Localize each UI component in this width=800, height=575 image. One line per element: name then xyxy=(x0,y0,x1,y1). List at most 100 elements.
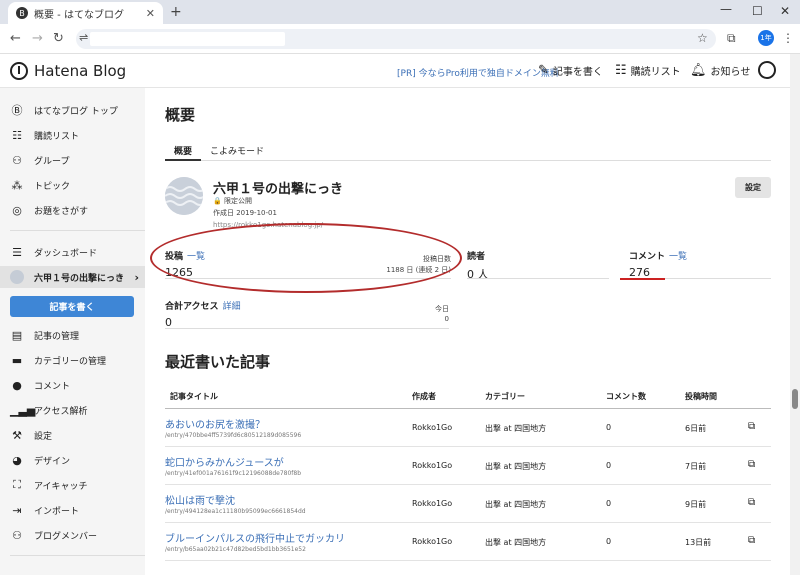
external-link-icon[interactable]: ⧉ xyxy=(748,535,755,546)
article-author: Rokko1Go xyxy=(412,537,453,546)
sidebar-item-members[interactable]: ⚇ ブログメンバー xyxy=(0,524,145,546)
sidebar-item-label: カテゴリーの管理 xyxy=(34,356,107,367)
article-title-link[interactable]: 蛇口からみかんジュースが xyxy=(165,454,284,469)
header-subscriptions-label: 購読リスト xyxy=(630,67,681,78)
article-title-link[interactable]: ブルーインパルスの飛行中止でガッカリ xyxy=(165,530,345,545)
sidebar-item-label: アイキャッチ xyxy=(34,481,88,492)
user-account-icon[interactable] xyxy=(758,61,776,79)
sidebar-item-hatena-top[interactable]: Ⓑ はてなブログ トップ xyxy=(0,99,145,121)
stat-readers: 読者 0 人 xyxy=(467,248,609,281)
stat-comments: コメント 一覧 276 xyxy=(629,248,771,279)
annotation-underline xyxy=(620,278,665,280)
article-title-link[interactable]: あおいのお尻を激撮？ xyxy=(165,416,265,431)
group-icon: ⚇ xyxy=(12,153,22,167)
eyecatch-icon: ⛶ xyxy=(13,478,21,491)
external-link-icon[interactable]: ⧉ xyxy=(748,459,755,470)
browser-tab[interactable]: B 概要 - はてなブログ ✕ xyxy=(8,2,163,24)
site-header: Hatena Blog [PR] 今ならPro利用で独自ドメイン無料 ✎ 記事を… xyxy=(0,54,800,88)
article-comment-count: 0 xyxy=(606,461,612,470)
menu-icon[interactable]: ⋮ xyxy=(782,31,794,45)
sidebar-item-comments[interactable]: ● コメント xyxy=(0,374,145,396)
sidebar-item-label: トピック xyxy=(34,181,71,192)
hatena-blog-logo[interactable]: Hatena Blog xyxy=(10,62,126,80)
stat-access-label: 合計アクセス xyxy=(165,302,219,312)
page-scrollbar[interactable] xyxy=(790,54,800,575)
sidebar-item-manage-categories[interactable]: ▬ カテゴリーの管理 xyxy=(0,349,145,371)
sidebar-item-label: 設定 xyxy=(34,431,53,442)
profile-avatar[interactable]: 1年 xyxy=(758,30,774,46)
article-post-time: 9日前 xyxy=(685,500,707,509)
sidebar-item-theme[interactable]: ◎ お題をさがす xyxy=(0,199,145,221)
topic-icon: ⁂ xyxy=(11,178,23,192)
sidebar-item-label: はてなブログ トップ xyxy=(34,106,118,117)
col-comment-count: コメント数 xyxy=(606,392,646,401)
external-link-icon[interactable]: ⧉ xyxy=(748,497,755,508)
forward-icon[interactable]: → xyxy=(32,31,43,46)
scrollbar-thumb[interactable] xyxy=(792,389,798,409)
tab-calendar-mode[interactable]: こよみモード xyxy=(210,144,264,157)
sidebar-item-dashboard[interactable]: ☰ ダッシュボード xyxy=(0,241,145,263)
external-link-icon[interactable]: ⧉ xyxy=(748,421,755,432)
sidebar-item-reading-list[interactable]: ☷ 購読リスト xyxy=(0,124,145,146)
maximize-icon[interactable]: ☐ xyxy=(752,4,763,18)
sidebar-item-eyecatch[interactable]: ⛶ アイキャッチ xyxy=(0,474,145,496)
blog-avatar[interactable] xyxy=(165,177,203,215)
article-title-link[interactable]: 松山は雨で撃沈 xyxy=(165,492,235,507)
bookmark-star-icon[interactable]: ☆ xyxy=(697,31,708,45)
col-author: 作成者 xyxy=(412,392,436,401)
article-comment-count: 0 xyxy=(606,423,612,432)
theme-icon: ◎ xyxy=(12,203,22,217)
sidebar-item-label: 六甲１号の出撃にっき xyxy=(34,273,125,284)
article-category: 出撃 at 四国地方 xyxy=(485,500,547,509)
header-subscriptions-link[interactable]: ☷ 購読リスト xyxy=(615,63,681,78)
comment-icon: ● xyxy=(12,378,22,392)
back-icon[interactable]: ← xyxy=(10,31,21,46)
browser-tab-bar: B 概要 - はてなブログ ✕ + — ☐ ✕ xyxy=(0,0,800,24)
tab-overview[interactable]: 概要 xyxy=(174,144,192,157)
table-row: 松山は雨で撃沈 /entry/494128ea1c11180b95099ec66… xyxy=(165,485,771,523)
page-title: 概要 xyxy=(165,106,196,124)
close-window-icon[interactable]: ✕ xyxy=(780,4,790,18)
promo-link[interactable]: [PR] 今ならPro利用で独自ドメイン無料 xyxy=(397,66,559,79)
article-category: 出撃 at 四国地方 xyxy=(485,538,547,547)
logo-text: Hatena Blog xyxy=(34,62,127,80)
sidebar-item-manage-articles[interactable]: ▤ 記事の管理 xyxy=(0,324,145,346)
site-info-icon[interactable]: ⇌ xyxy=(79,31,88,44)
stat-comments-list-link[interactable]: 一覧 xyxy=(669,252,687,262)
sidebar-item-label: 購読リスト xyxy=(34,131,80,142)
blog-visibility: 🔒 限定公開 xyxy=(213,197,252,205)
import-icon: ⇥ xyxy=(12,503,22,517)
article-post-time: 13日前 xyxy=(685,538,712,547)
col-title: 記事タイトル xyxy=(170,392,218,401)
active-tab-indicator xyxy=(165,159,201,161)
extensions-icon[interactable]: ⧉ xyxy=(727,31,736,46)
reload-icon[interactable]: ↻ xyxy=(53,31,64,46)
sidebar-item-group[interactable]: ⚇ グループ xyxy=(0,149,145,171)
recent-articles-table: 記事タイトル 作成者 カテゴリー コメント数 投稿時間 あおいのお尻を激撮？ /… xyxy=(165,385,771,561)
sidebar-item-topic[interactable]: ⁂ トピック xyxy=(0,174,145,196)
table-row: 蛇口からみかんジュースが /entry/41ef001a76161f9c1219… xyxy=(165,447,771,485)
sidebar-item-analytics[interactable]: ▁▃▅ アクセス解析 xyxy=(0,399,145,421)
new-tab-icon[interactable]: + xyxy=(170,4,182,20)
write-article-button[interactable]: 記事を書く xyxy=(10,296,134,317)
sidebar-item-design[interactable]: ◕ デザイン xyxy=(0,449,145,471)
address-bar[interactable]: ⇌ xyxy=(76,29,716,49)
sidebar-item-settings[interactable]: ⚒ 設定 xyxy=(0,424,145,446)
close-tab-icon[interactable]: ✕ xyxy=(146,7,155,20)
sidebar-item-current-blog[interactable]: 六甲１号の出撃にっき › xyxy=(0,266,145,288)
wrench-icon: ⚒ xyxy=(12,428,22,442)
article-post-time: 6日前 xyxy=(685,424,707,433)
sidebar: Ⓑ はてなブログ トップ ☷ 購読リスト ⚇ グループ ⁂ トピック ◎ お題を… xyxy=(0,88,145,575)
header-notifications-label: お知らせ xyxy=(710,67,751,78)
blog-name[interactable]: 六甲１号の出撃にっき xyxy=(213,178,343,197)
stat-access-detail-link[interactable]: 詳細 xyxy=(223,302,241,312)
sidebar-item-label: インポート xyxy=(34,506,80,517)
reading-list-icon: ☷ xyxy=(12,128,22,142)
blog-settings-button[interactable]: 設定 xyxy=(735,177,771,198)
table-header: 記事タイトル 作成者 カテゴリー コメント数 投稿時間 xyxy=(165,385,771,409)
overview-tabs: 概要 こよみモード xyxy=(165,141,771,161)
sidebar-item-import[interactable]: ⇥ インポート xyxy=(0,499,145,521)
minimize-icon[interactable]: — xyxy=(720,2,732,16)
header-write-link[interactable]: ✎ 記事を書く xyxy=(538,63,603,78)
header-notifications-link[interactable]: 🔔︎ お知らせ xyxy=(690,63,750,78)
